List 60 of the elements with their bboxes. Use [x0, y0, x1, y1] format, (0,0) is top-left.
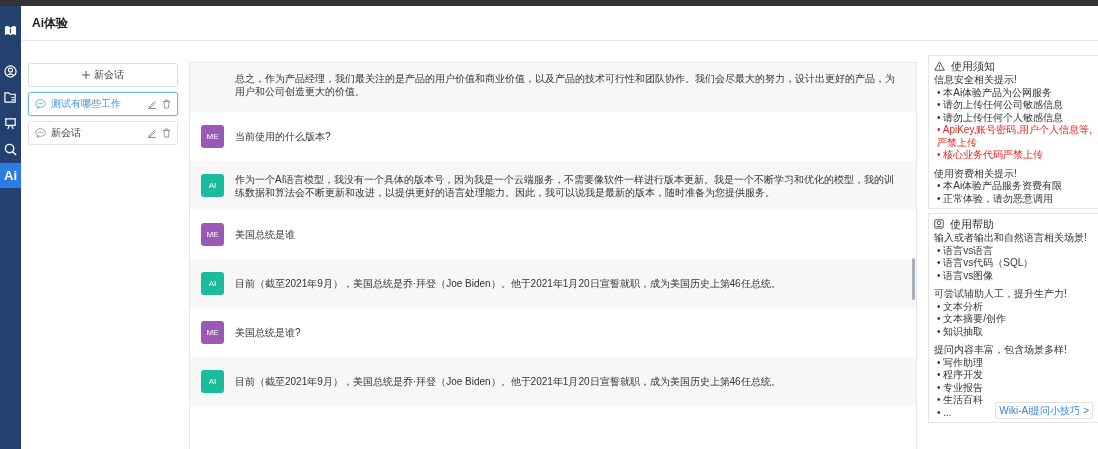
user-message: 美国总统是谁 — [235, 228, 296, 241]
card-title: 使用须知 — [951, 59, 995, 73]
search-icon[interactable] — [4, 143, 17, 156]
tip-item: • 请勿上传任何个人敏感信息 — [937, 111, 1065, 124]
scrollbar-thumb[interactable] — [912, 258, 915, 300]
card-title: 使用帮助 — [950, 217, 994, 231]
tip-heading: 可尝试辅助人工，提升生产力! — [934, 288, 1068, 301]
tip-item: • 文本分析 — [937, 300, 985, 313]
user-message: 当前使用的什么版本? — [235, 130, 332, 143]
trash-icon[interactable] — [162, 128, 171, 138]
chat-session-item[interactable]: 新会话 — [28, 121, 178, 145]
tip-heading: 信息安全相关提示! — [934, 74, 1018, 87]
avatar: ME — [201, 125, 224, 148]
tip-item: • 核心业务代码严禁上传 — [937, 149, 1045, 162]
help-document-icon — [934, 219, 944, 229]
chat-bubble-icon — [35, 128, 46, 138]
avatar: AI — [201, 174, 224, 197]
warning-icon — [934, 61, 945, 71]
tip-item: • 专业报告 — [937, 381, 984, 394]
trash-icon[interactable] — [162, 99, 171, 109]
tip-item: • ApiKey,账号密码,用户个人信息等,严禁上传 — [937, 124, 1093, 149]
folder-icon[interactable] — [4, 91, 17, 104]
tip-item: • 写作助理 — [937, 356, 984, 369]
tip-item: • 语言vs代码（SQL） — [937, 257, 1035, 270]
book-icon[interactable] — [4, 24, 17, 37]
tip-item: • 知识抽取 — [937, 325, 985, 338]
tip-heading: 提问内容丰富，包含场景多样! — [934, 344, 1068, 357]
new-chat-button[interactable]: 新会话 — [28, 63, 178, 87]
tip-item: • 程序开发 — [937, 369, 984, 382]
avatar: ME — [201, 223, 224, 246]
tip-item: • 语言vs语言 — [937, 244, 995, 257]
user-icon[interactable] — [4, 65, 17, 78]
user-message: 美国总统是谁? — [235, 326, 302, 339]
ai-reply: 目前（截至2021年9月），美国总统是乔·拜登（Joe Biden）。他于2021年1月20日宣誓就职，成为美国历史上第46任总统。 — [235, 375, 782, 388]
wiki-tips-link[interactable]: Wiki-Ai提问小技巧 > — [995, 402, 1093, 419]
ai-reply: 目前（截至2021年9月），美国总统是乔·拜登（Joe Biden）。他于2021年1月20日宣誓就职，成为美国历史上第46任总统。 — [235, 277, 782, 290]
ai-reply: 作为一个AI语言模型，我没有一个具体的版本号，因为我是一个云端服务，不需要像软件一样进行版本更新。我是一个不断学习和优化的模型，我的训练数据和算法会不断更新和改进，以提供更好的语言处理能力。因此，我可以说我是最新的版本，随时准备为您提供服务。 — [235, 172, 896, 199]
tip-heading: 输入或者输出和自然语言相关场景! — [934, 232, 1088, 245]
chat-session-item[interactable]: 测试有哪些工作 — [28, 92, 178, 116]
avatar: AI — [201, 272, 224, 295]
avatar: AI — [201, 370, 224, 393]
tip-item: • ... — [937, 406, 953, 419]
nav-item-highlight[interactable]: Ai — [0, 163, 21, 188]
tip-item: • 本Ai体验产品服务资费有限 — [937, 180, 1064, 193]
plus-icon — [82, 71, 90, 79]
tip-item: • 请勿上传任何公司敏感信息 — [937, 99, 1065, 112]
edit-icon[interactable] — [147, 99, 157, 109]
page-title: Ai体验 — [32, 14, 68, 32]
tip-item: • 生活百科 — [937, 394, 984, 407]
ai-reply: 总之，作为产品经理，我们最关注的是产品的用户价值和商业价值，以及产品的技术可行性和团队协作。我们会尽最大的努力，设计出更好的产品，为用户和公司创造更大的价值。 — [235, 72, 896, 98]
tip-item: • 文本摘要/创作 — [937, 313, 1008, 326]
tip-item: • 本Ai体验产品为公网服务 — [937, 86, 1054, 99]
tip-heading: 使用资费相关提示! — [934, 167, 1018, 180]
avatar: ME — [201, 321, 224, 344]
nav-item[interactable]: Ai — [4, 168, 17, 183]
edit-icon[interactable] — [147, 128, 157, 138]
presentation-board-icon[interactable] — [4, 117, 17, 130]
chat-bubble-icon — [35, 99, 46, 109]
tip-item: • 正常体验，请勿恶意调用 — [937, 192, 1055, 205]
tip-item: • 语言vs图像 — [937, 269, 995, 282]
